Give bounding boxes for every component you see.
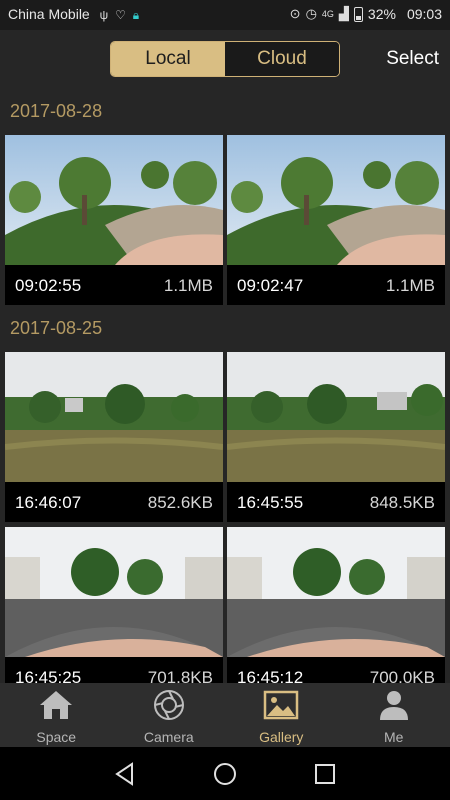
file-size: 848.5KB <box>369 493 435 512</box>
status-time: 09:03 <box>406 6 442 22</box>
panorama-image <box>227 135 445 265</box>
nav-space[interactable]: Space <box>0 683 113 747</box>
carrier-name: China Mobile <box>8 6 90 22</box>
top-bar: Local Cloud Select <box>0 30 450 90</box>
file-size: 1.1MB <box>385 276 435 295</box>
battery-percent: 32% <box>367 6 396 22</box>
system-nav-bar <box>0 747 450 800</box>
media-thumbnail[interactable]: 09:02:47 1.1MB <box>227 135 445 305</box>
tab-local[interactable]: Local <box>111 42 225 76</box>
panorama-image <box>5 527 223 657</box>
home-icon <box>40 691 73 719</box>
panorama-image <box>227 527 445 657</box>
recents-icon[interactable] <box>312 761 338 787</box>
date-header: 2017-08-25 <box>10 318 103 338</box>
lock-icon: 🔒︎ <box>132 8 140 22</box>
date-header: 2017-08-28 <box>10 101 103 121</box>
capture-time: 16:46:07 <box>15 493 82 512</box>
location-icon: ⊙ <box>289 6 301 21</box>
battery-icon <box>353 6 363 22</box>
panorama-image <box>5 352 223 482</box>
bottom-nav: Space Camera Gallery Me <box>0 683 450 747</box>
capture-time: 16:45:55 <box>237 493 304 512</box>
status-bar: China Mobile ψ ♡ 🔒︎ ⊙ ◷ 4G ▟ 32% 09:03 <box>0 0 450 30</box>
status-right: ⊙ ◷ 4G ▟ 32% 09:03 <box>290 6 442 22</box>
media-thumbnail[interactable]: 16:45:12 700.0KB <box>227 527 445 697</box>
nav-label: Camera <box>143 729 194 745</box>
nav-label: Me <box>384 729 404 745</box>
capture-time: 09:02:55 <box>15 276 82 295</box>
back-icon[interactable] <box>112 761 138 787</box>
thumbnail-caption: 09:02:55 1.1MB <box>5 265 223 305</box>
alarm-icon: ◷ <box>305 6 317 21</box>
media-thumbnail[interactable]: 16:46:07 852.6KB <box>5 352 223 522</box>
thumbnail-caption: 16:45:55 848.5KB <box>227 482 445 522</box>
person-icon <box>379 691 408 720</box>
thumbnail-caption: 09:02:47 1.1MB <box>227 265 445 305</box>
nav-me[interactable]: Me <box>338 683 450 747</box>
nav-gallery[interactable]: Gallery <box>225 683 338 747</box>
nav-label: Gallery <box>259 729 304 745</box>
nav-label: Space <box>36 729 77 745</box>
network-type: 4G <box>321 9 334 19</box>
panorama-image <box>5 135 223 265</box>
media-thumbnail[interactable]: 16:45:55 848.5KB <box>227 352 445 522</box>
media-thumbnail[interactable]: 09:02:55 1.1MB <box>5 135 223 305</box>
gallery-icon <box>264 690 299 720</box>
thumbnail-caption: 16:46:07 852.6KB <box>5 482 223 522</box>
signal-icon: ▟ <box>338 6 349 21</box>
nav-camera[interactable]: Camera <box>113 683 226 747</box>
select-button[interactable]: Select <box>386 48 439 70</box>
file-size: 852.6KB <box>147 493 213 512</box>
media-thumbnail[interactable]: 16:45:25 701.8KB <box>5 527 223 697</box>
file-size: 1.1MB <box>163 276 213 295</box>
status-left: China Mobile ψ ♡ 🔒︎ <box>8 6 142 23</box>
panorama-image <box>227 352 445 482</box>
capture-time: 09:02:47 <box>237 276 304 295</box>
home-circle-icon[interactable] <box>212 761 238 787</box>
health-icon: ♡ <box>115 8 126 22</box>
usb-icon: ψ <box>99 8 109 22</box>
local-cloud-switch: Local Cloud <box>110 41 340 77</box>
tab-cloud[interactable]: Cloud <box>225 42 339 76</box>
camera-shutter-icon <box>153 690 184 720</box>
